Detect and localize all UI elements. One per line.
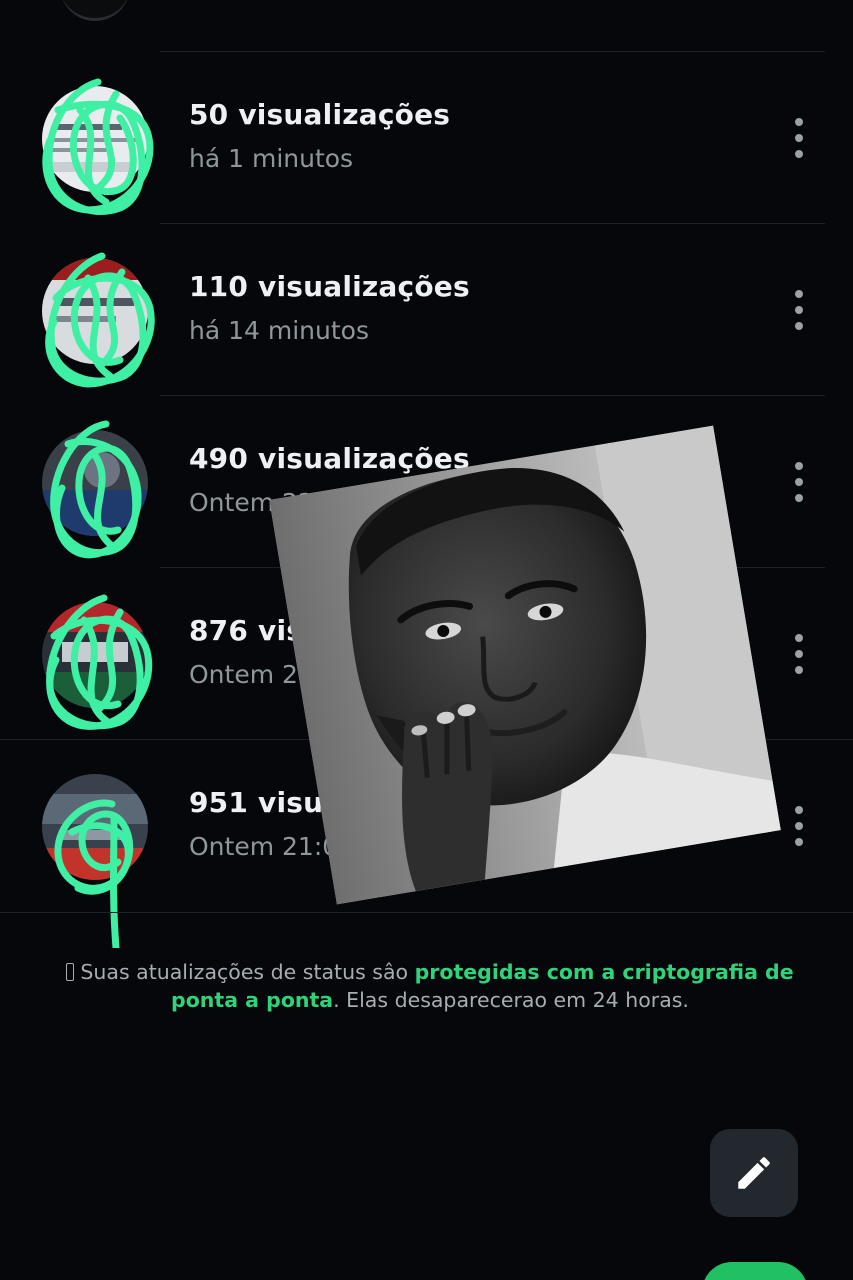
status-thumbnail [42, 602, 148, 708]
status-time: Ontem 21 [189, 660, 314, 689]
status-row[interactable]: 110 visualizações há 14 minutos [0, 224, 853, 396]
status-updates-screen: 50 visualizações há 1 minutos 110 visual… [0, 0, 853, 1280]
status-time: há 14 minutos [189, 316, 369, 345]
status-thumbnail [42, 86, 148, 192]
more-vertical-icon[interactable] [786, 462, 812, 502]
partial-avatar [60, 0, 130, 21]
encryption-note-tail: . Elas desaparecerao em 24 horas. [333, 988, 689, 1012]
status-thumbnail [42, 774, 148, 880]
status-time: há 1 minutos [189, 144, 354, 173]
status-views: 110 visualizações [189, 270, 470, 303]
pencil-icon [738, 1157, 770, 1189]
more-vertical-icon[interactable] [786, 806, 812, 846]
status-views: 490 visualizações [189, 442, 470, 475]
camera-fab-button[interactable] [702, 1262, 808, 1280]
status-row[interactable]: 50 visualizações há 1 minutos [0, 52, 853, 224]
status-thumbnail [42, 430, 148, 536]
status-thumbnail [42, 258, 148, 364]
lock-icon [66, 963, 75, 981]
more-vertical-icon[interactable] [786, 118, 812, 158]
divider [0, 912, 853, 913]
overlay-photo [269, 425, 781, 905]
edit-status-button[interactable] [710, 1129, 798, 1217]
encryption-note: Suas atualizações de status sâo protegid… [40, 958, 820, 1014]
more-vertical-icon[interactable] [786, 290, 812, 330]
encryption-note-text: Suas atualizações de status sâo [80, 960, 415, 984]
more-vertical-icon[interactable] [786, 634, 812, 674]
status-views: 50 visualizações [189, 98, 451, 131]
